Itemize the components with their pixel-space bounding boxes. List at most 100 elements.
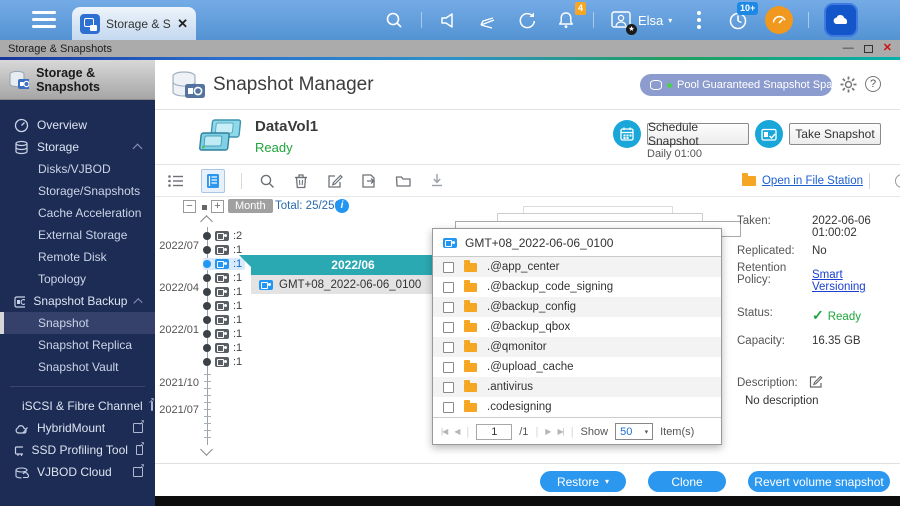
restore-button[interactable]: Restore ▾ [540, 471, 626, 492]
main-menu-icon[interactable] [32, 11, 56, 32]
sidebar-item-remote-disk[interactable]: Remote Disk [0, 246, 155, 268]
timeline-entry[interactable]: :1 [203, 244, 242, 256]
volume-icon[interactable] [437, 8, 461, 32]
close-icon[interactable]: ✕ [883, 43, 892, 54]
prev-page-icon[interactable]: ◀ [454, 427, 459, 436]
notifications-bell-icon[interactable]: 4 [554, 8, 578, 32]
maximize-icon[interactable] [864, 45, 873, 53]
sync-icon[interactable] [515, 8, 539, 32]
resource-monitor-icon[interactable] [765, 6, 793, 34]
open-in-file-station-link[interactable]: Open in File Station [762, 175, 863, 187]
sidebar-item-snapshot-vault[interactable]: Snapshot Vault [0, 356, 155, 378]
zoom-out-button[interactable]: − [183, 200, 196, 213]
checkbox[interactable] [443, 362, 454, 373]
sidebar-item-storage[interactable]: Storage [0, 136, 155, 158]
take-snapshot-button[interactable]: Take Snapshot [789, 123, 881, 145]
first-page-icon[interactable]: |◀ [441, 427, 447, 436]
sidebar-item-topology[interactable]: Topology [0, 268, 155, 290]
checkbox[interactable] [443, 382, 454, 393]
timeline-entry[interactable]: :2 [203, 230, 242, 242]
checkbox[interactable] [443, 282, 454, 293]
schedule-snapshot-button[interactable]: Schedule Snapshot [647, 123, 749, 145]
timeline-entry[interactable]: :1 [203, 356, 242, 368]
user-star-badge: ★ [626, 24, 637, 35]
callout-month[interactable]: 2022/06 [251, 255, 455, 275]
timeline-entry[interactable]: :1 [203, 328, 242, 340]
sidebar-item-vjbod-cloud[interactable]: VJBOD Cloud [0, 461, 155, 483]
sidebar-item-snapshot[interactable]: Snapshot [0, 312, 155, 334]
callout-snapshot-row[interactable]: GMT+08_2022-06-06_0100 ✓ [251, 275, 455, 294]
checkbox[interactable] [443, 302, 454, 313]
list-view-icon[interactable] [167, 172, 185, 190]
checkbox[interactable] [443, 262, 454, 273]
settings-gear-icon[interactable] [840, 76, 857, 93]
user-name: Elsa [638, 13, 663, 28]
clone-button[interactable]: Clone [648, 471, 726, 492]
download-icon[interactable] [428, 172, 446, 190]
checkbox[interactable] [443, 322, 454, 333]
sidebar-item-storage-snapshots[interactable]: Storage/Snapshots [0, 180, 155, 202]
snapshot-icon [215, 259, 229, 269]
file-row[interactable]: .@qmonitor [433, 337, 721, 357]
sidebar-item-disks-vjbod[interactable]: Disks/VJBOD [0, 158, 155, 180]
checkbox[interactable] [443, 342, 454, 353]
revert-volume-snapshot-button[interactable]: Revert volume snapshot [748, 471, 890, 492]
file-row[interactable]: .@upload_cache [433, 357, 721, 377]
sidebar-item-iscsi-fibre-channel[interactable]: iSCSI & Fibre Channel [0, 395, 155, 417]
edit-description-icon[interactable] [809, 375, 823, 389]
info-icon[interactable]: i [335, 199, 349, 213]
file-row[interactable]: .antivirus [433, 377, 721, 397]
timeline-entry[interactable]: :1 [203, 272, 242, 284]
take-snapshot-icon[interactable] [755, 120, 783, 148]
sidebar-item-hybridmount[interactable]: HybridMount [0, 417, 155, 439]
page-number-input[interactable]: 1 [476, 424, 512, 440]
file-row[interactable]: .@app_center [433, 257, 721, 277]
myqnapcloud-icon[interactable] [824, 3, 858, 37]
user-menu[interactable]: ★ Elsa ▾ [609, 8, 672, 32]
page-size-select[interactable]: 50 ▾ [615, 423, 653, 440]
chevron-up-icon[interactable] [134, 298, 143, 307]
sidebar-item-snapshot-replica[interactable]: Snapshot Replica [0, 334, 155, 356]
minimize-icon[interactable]: — [843, 43, 854, 54]
last-page-icon[interactable]: ▶| [557, 427, 563, 436]
browse-folder-icon[interactable] [394, 172, 412, 190]
sidebar-item-overview[interactable]: Overview [0, 114, 155, 136]
pool-selector-button[interactable]: Pool Guaranteed Snapshot Space ▾ [640, 74, 832, 96]
file-row[interactable]: .codesigning [433, 397, 721, 417]
schedule-icon[interactable] [613, 120, 641, 148]
timeline-date: 2022/07 [155, 240, 199, 252]
timeline-scroll-up[interactable] [200, 215, 213, 228]
zoom-in-button[interactable]: + [211, 200, 224, 213]
refresh-icon[interactable] [895, 174, 900, 188]
search-snapshot-icon[interactable] [258, 172, 276, 190]
sidebar-item-snapshot-backup[interactable]: Snapshot Backup [0, 290, 155, 312]
delete-snapshot-icon[interactable] [292, 172, 310, 190]
timeline-entry[interactable]: :1 [203, 286, 242, 298]
file-row[interactable]: .@backup_qbox [433, 317, 721, 337]
timeline-scroll-down[interactable] [200, 443, 213, 456]
file-row[interactable]: .@backup_config [433, 297, 721, 317]
export-snapshot-icon[interactable] [360, 172, 378, 190]
app-tab[interactable]: Storage & S... ✕ [72, 7, 196, 40]
timeline-entry[interactable]: :1 [203, 300, 242, 312]
timeline-entry[interactable]: :1 [203, 342, 242, 354]
sidebar-item-cache-acceleration[interactable]: Cache Acceleration [0, 202, 155, 224]
edit-snapshot-icon[interactable] [326, 172, 344, 190]
help-icon[interactable]: ? [865, 76, 881, 92]
retention-policy-link[interactable]: Smart Versioning [812, 269, 897, 293]
timeline-entry[interactable]: :1 [203, 314, 242, 326]
next-page-icon[interactable]: ▶ [545, 427, 550, 436]
background-tasks-icon[interactable]: 10+ [726, 8, 750, 32]
search-icon[interactable] [382, 8, 406, 32]
pagination-divider: | [535, 426, 538, 438]
chevron-up-icon[interactable] [133, 144, 143, 154]
sidebar-item-external-storage[interactable]: External Storage [0, 224, 155, 246]
presentation-icon[interactable] [476, 8, 500, 32]
volume-row: DataVol1 Ready Schedule Snapshot Daily 0… [155, 110, 900, 165]
timeline-view-icon[interactable] [201, 169, 225, 193]
tab-close-icon[interactable]: ✕ [177, 16, 188, 32]
checkbox[interactable] [443, 402, 454, 413]
sidebar-item-ssd-profiling-tool[interactable]: SSD Profiling Tool [0, 439, 155, 461]
file-row[interactable]: .@backup_code_signing [433, 277, 721, 297]
more-options-icon[interactable] [687, 8, 711, 32]
